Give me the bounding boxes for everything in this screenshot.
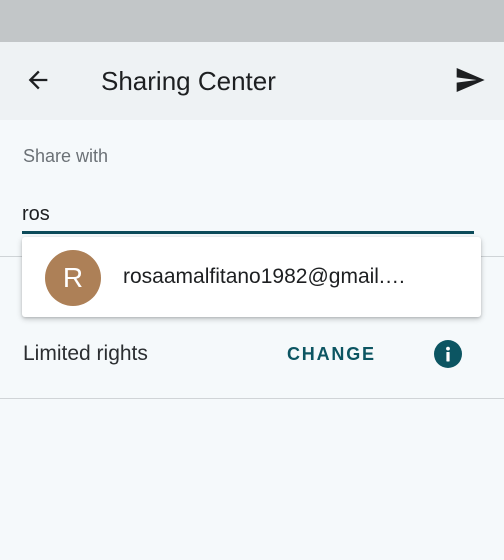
app-bar: Sharing Center — [0, 42, 504, 120]
rights-label: Limited rights — [23, 342, 148, 365]
page-title: Sharing Center — [101, 66, 276, 96]
change-rights-button[interactable]: CHANGE — [287, 344, 376, 365]
info-button[interactable] — [434, 340, 462, 368]
section-divider-bottom — [0, 398, 504, 399]
status-bar — [0, 0, 504, 42]
avatar: R — [45, 250, 101, 306]
sharing-center-screen: Sharing Center Share with Limited rights… — [0, 0, 504, 560]
send-button[interactable] — [450, 62, 490, 98]
sharing-form: Share with Limited rights CHANGE — [0, 120, 504, 560]
back-button[interactable] — [20, 62, 56, 98]
send-icon — [456, 68, 485, 92]
suggestion-item[interactable]: R rosaamalfitano1982@gmail.… — [22, 237, 481, 317]
share-with-input[interactable] — [22, 198, 474, 234]
info-icon — [446, 346, 450, 362]
arrow-left-icon — [28, 70, 48, 90]
suggestion-email: rosaamalfitano1982@gmail.… — [123, 265, 406, 288]
share-with-label: Share with — [23, 146, 109, 166]
